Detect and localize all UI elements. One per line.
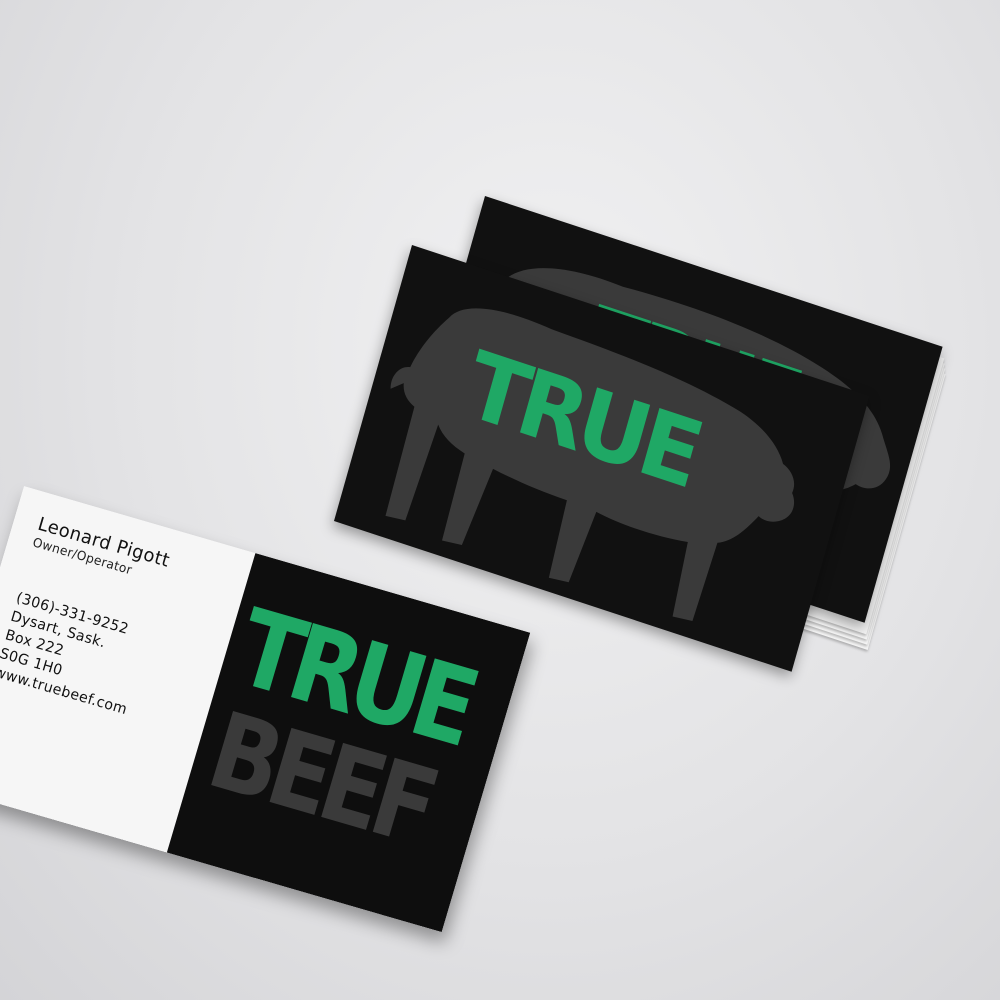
business-card-mockup: TRUE TRUE Leonard Pigott Owner/Operator … (0, 0, 1000, 1000)
contact-details: (306)-331-9252 Dysart, Sask. Box 222 S0G… (0, 588, 152, 719)
